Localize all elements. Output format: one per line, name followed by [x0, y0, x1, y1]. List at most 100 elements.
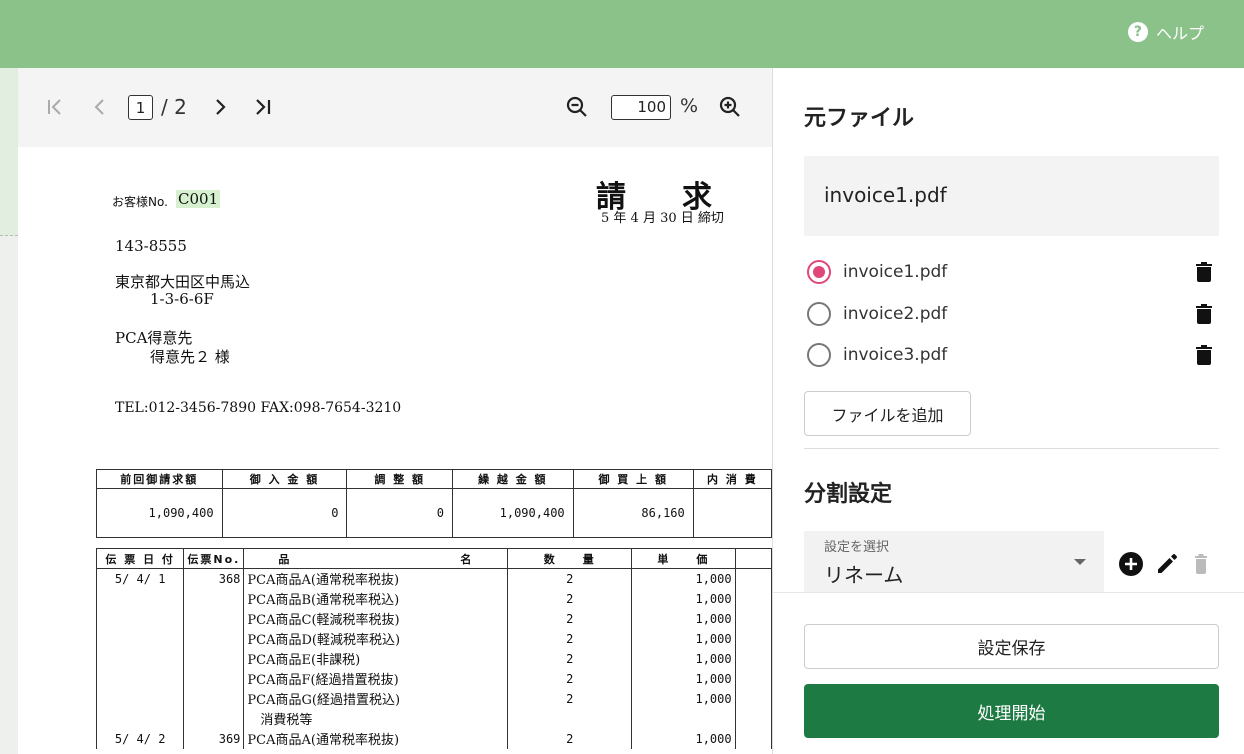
table-cell — [183, 668, 245, 689]
settings-select-value: リネーム — [824, 563, 904, 587]
table-cell — [183, 688, 245, 709]
start-processing-button[interactable]: 処理開始 — [804, 684, 1219, 738]
table-row: PCA商品G(経過措置税込) 2 1,000 — [95, 688, 772, 709]
zoom-in-icon[interactable] — [717, 94, 743, 120]
file-name: invoice2.pdf — [843, 304, 948, 324]
file-list-item[interactable]: invoice1.pdf — [807, 258, 1219, 286]
file-radio[interactable] — [807, 260, 831, 284]
summary-table: 前回御請求額 御 入 金 額 調 整 額 繰 越 金 額 御 買 上 額 内 消… — [96, 469, 772, 538]
file-radio[interactable] — [807, 302, 831, 326]
table-row: PCA商品F(経過措置税抜) 2 1,000 — [95, 668, 772, 689]
next-page-icon[interactable] — [210, 94, 230, 120]
left-strip-highlight — [0, 68, 18, 236]
pdf-viewer: 1 / 2 100 % お客様No. C001 請求 5 年 4 月 30 日 … — [18, 68, 772, 754]
zoom-unit: % — [680, 95, 699, 117]
detail-header: 数 量 — [507, 548, 633, 569]
last-page-icon[interactable] — [252, 94, 276, 120]
trash-icon[interactable] — [1195, 303, 1213, 325]
file-radio[interactable] — [807, 343, 831, 367]
table-cell: PCA商品G(経過措置税込) — [243, 688, 509, 709]
table-cell: 5/ 4/ 2 — [95, 728, 185, 749]
table-cell: 1,000 — [631, 628, 736, 649]
detail-table: 伝 票 日 付 伝票No. 品 名 数 量 単 価 5/ 4/ 1 368 PCA商… — [95, 548, 772, 749]
file-list-item[interactable]: invoice3.pdf — [807, 341, 1219, 369]
summary-value: 86,160 — [572, 488, 694, 538]
table-cell — [183, 588, 245, 609]
left-strip — [0, 68, 18, 754]
dropdown-caret-icon — [1074, 559, 1086, 565]
table-cell: 2 — [507, 628, 633, 649]
table-cell — [95, 608, 185, 629]
detail-header: 伝 票 日 付 — [95, 548, 185, 569]
first-page-icon[interactable] — [44, 94, 66, 120]
add-file-button[interactable]: ファイルを追加 — [804, 391, 971, 436]
table-cell: PCA商品D(軽減税率税込) — [243, 628, 509, 649]
footer-divider — [773, 592, 1244, 593]
summary-header: 御 買 上 額 — [572, 469, 694, 489]
table-cell: PCA商品F(経過措置税抜) — [243, 668, 509, 689]
edit-setting-icon[interactable] — [1153, 550, 1181, 578]
trash-icon[interactable] — [1195, 261, 1213, 283]
table-cell — [734, 628, 772, 649]
add-setting-icon[interactable] — [1117, 550, 1145, 578]
recipient-name: 得意先２ 様 — [150, 348, 230, 366]
settings-select[interactable]: 設定を選択 リネーム — [804, 531, 1104, 593]
contact-line: TEL:012-3456-7890 FAX:098-7654-3210 — [115, 400, 402, 416]
delete-setting-icon[interactable] — [1187, 550, 1215, 578]
page-total: / 2 — [161, 95, 187, 119]
summary-value: 0 — [346, 488, 453, 538]
table-row: PCA商品D(軽減税率税込) 2 1,000 — [95, 628, 772, 649]
table-row: 消費税等 — [95, 708, 772, 729]
table-cell: 2 — [507, 728, 633, 749]
settings-select-label: 設定を選択 — [824, 540, 890, 555]
summary-header: 繰 越 金 額 — [451, 469, 574, 489]
help-button[interactable]: ? ヘルプ — [1127, 20, 1204, 44]
table-cell: PCA商品A(通常税率税抜) — [243, 728, 509, 749]
customer-label: お客様No. — [112, 195, 168, 209]
prev-page-icon[interactable] — [90, 94, 110, 120]
zoom-out-icon[interactable] — [564, 94, 590, 120]
table-cell: 1,000 — [631, 648, 736, 669]
table-cell: 1,000 — [631, 588, 736, 609]
table-cell: 1,000 — [631, 688, 736, 709]
table-cell — [95, 668, 185, 689]
file-list-item[interactable]: invoice2.pdf — [807, 300, 1219, 328]
table-cell — [183, 648, 245, 669]
table-cell — [734, 648, 772, 669]
postal-code: 143-8555 — [115, 237, 187, 255]
document-page: お客様No. C001 請求 5 年 4 月 30 日 締切 143-8555 … — [18, 147, 772, 754]
table-cell: 2 — [507, 688, 633, 709]
table-cell — [95, 588, 185, 609]
table-cell — [734, 708, 772, 729]
table-cell: 2 — [507, 568, 633, 589]
selected-file-display: invoice1.pdf — [804, 156, 1219, 236]
top-bar: ? ヘルプ — [0, 0, 1244, 68]
section-divider — [804, 448, 1219, 449]
viewer-toolbar: 1 / 2 100 % — [18, 68, 772, 147]
table-cell: 1,000 — [631, 608, 736, 629]
summary-header: 内 消 費 — [692, 469, 772, 489]
table-cell: 1,000 — [631, 568, 736, 589]
summary-header: 御 入 金 額 — [221, 469, 348, 489]
help-label: ヘルプ — [1155, 24, 1204, 43]
table-cell — [95, 648, 185, 669]
table-cell — [183, 608, 245, 629]
address-line-1: 東京都大田区中馬込 — [115, 273, 251, 291]
table-cell — [734, 668, 772, 689]
table-row: 5/ 4/ 1 368 PCA商品A(通常税率税抜) 2 1,000 — [95, 568, 772, 589]
table-row: PCA商品C(軽減税率税抜) 2 1,000 — [95, 608, 772, 629]
table-cell — [95, 688, 185, 709]
page-number-input[interactable]: 1 — [128, 95, 153, 120]
table-cell: 2 — [507, 668, 633, 689]
table-row: PCA商品E(非課税) 2 1,000 — [95, 648, 772, 669]
save-settings-button[interactable]: 設定保存 — [804, 624, 1219, 669]
summary-value: 1,090,400 — [451, 488, 574, 538]
split-settings-title: 分割設定 — [804, 482, 893, 507]
zoom-input[interactable]: 100 — [611, 95, 671, 120]
table-cell: 消費税等 — [243, 708, 509, 729]
table-cell — [507, 708, 633, 729]
table-row: PCA商品B(通常税率税込) 2 1,000 — [95, 588, 772, 609]
trash-icon[interactable] — [1195, 344, 1213, 366]
summary-value — [692, 488, 772, 538]
table-row: 5/ 4/ 2 369 PCA商品A(通常税率税抜) 2 1,000 — [95, 728, 772, 749]
